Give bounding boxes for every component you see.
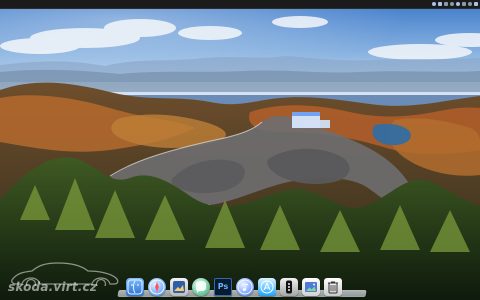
menu-bar-tray [432,0,478,8]
watermark-logo: skoda.virt.cz [6,256,124,296]
trash-icon[interactable] [324,278,342,296]
preview-icon-graphic [173,281,185,293]
photoshop-icon-label: Ps [217,282,229,291]
finder-icon[interactable] [126,278,144,296]
desktop-wallpaper [0,0,480,300]
finder-icon-graphic [127,279,143,295]
battery-icon[interactable] [444,2,448,6]
wallpaper-image [0,0,480,300]
volume-icon[interactable] [438,2,442,6]
safari-icon-graphic [149,279,165,295]
dropbox-icon[interactable] [474,2,478,6]
app-store-icon-graphic [260,280,274,294]
wifi-icon[interactable] [432,2,436,6]
itunes-icon-graphic [237,279,253,295]
dock: Ps [117,272,367,298]
user-icon[interactable] [462,2,466,6]
trash-icon-graphic [328,281,338,294]
safari-icon[interactable] [148,278,166,296]
ichat-icon-graphic [196,281,206,293]
ichat-icon[interactable] [192,278,210,296]
photoshop-icon[interactable]: Ps [214,278,232,296]
itunes-remote-icon[interactable] [280,278,298,296]
itunes-icon[interactable] [236,278,254,296]
menu-bar [0,0,480,9]
bluetooth-icon[interactable] [450,2,454,6]
dock-icons: Ps [126,274,362,296]
photo-icon-graphic [305,282,317,292]
preview-icon[interactable] [170,278,188,296]
spotlight-icon[interactable] [456,2,460,6]
time-machine-icon[interactable] [468,2,472,6]
photo-icon[interactable] [302,278,320,296]
remote-icon-graphic [286,280,292,294]
app-store-icon[interactable] [258,278,276,296]
watermark-text: skoda.virt.cz [8,280,98,294]
